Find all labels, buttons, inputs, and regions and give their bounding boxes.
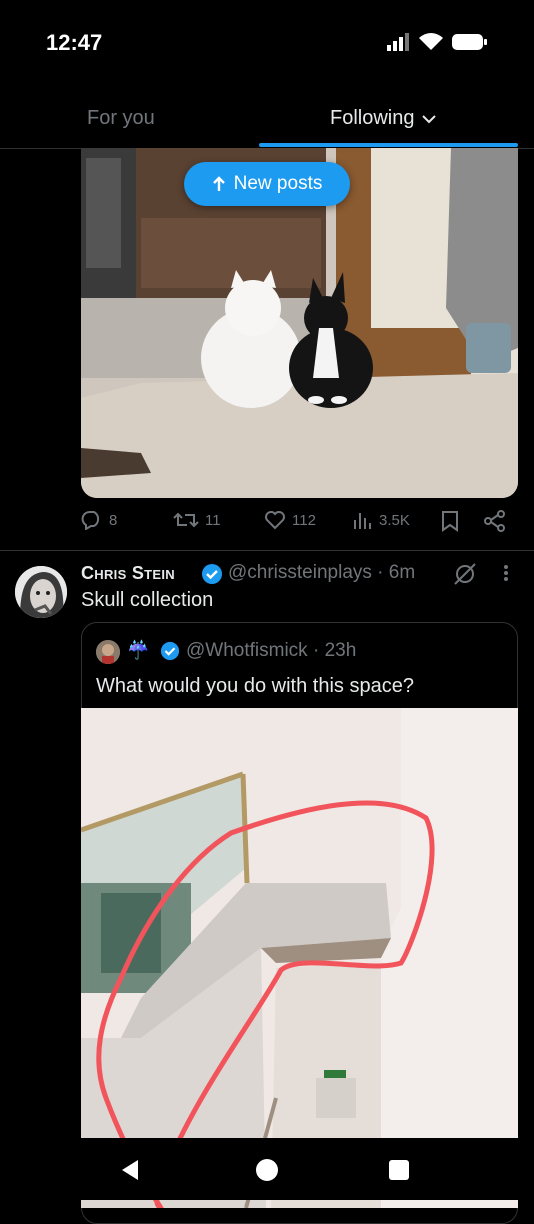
like-count: 112 [292, 511, 316, 529]
reply-count: 8 [109, 511, 118, 529]
system-nav-bar [0, 1138, 534, 1200]
tweet-divider [0, 550, 534, 551]
more-options-icon[interactable] [502, 562, 510, 589]
tab-for-you[interactable]: For you [87, 107, 155, 130]
bookmark-icon [442, 511, 458, 532]
tweet-actions: 8 11 112 3.5K [81, 510, 511, 540]
avatar[interactable] [15, 566, 67, 618]
reply-button[interactable]: 8 [81, 510, 117, 530]
home-icon[interactable] [255, 1158, 279, 1182]
chevron-down-icon [422, 114, 437, 123]
repost-icon [173, 512, 199, 528]
status-time: 12:47 [46, 30, 103, 55]
verified-badge-icon [201, 563, 223, 590]
tweet-text: Skull collection [81, 589, 214, 611]
author-name[interactable]: Chris Stein [81, 563, 175, 584]
back-icon[interactable] [118, 1158, 142, 1182]
umbrella-emoji-icon: ☔ [127, 640, 150, 660]
reply-icon [81, 511, 100, 530]
timeline-tabs [0, 90, 534, 149]
views-icon [354, 513, 371, 529]
share-button[interactable] [484, 510, 506, 532]
quote-text: What would you do with this space? [96, 675, 414, 697]
battery-icon [452, 34, 487, 50]
quote-avatar[interactable] [96, 640, 120, 664]
grok-icon[interactable] [452, 562, 478, 591]
quote-handle-time[interactable]: @Whotfismick · 23h [186, 640, 356, 662]
signal-icon [387, 33, 409, 51]
status-icons [386, 32, 488, 52]
author-handle-time[interactable]: @chrissteinplays · 6m [228, 562, 415, 584]
quote-image-stairwell[interactable] [81, 708, 518, 1208]
wifi-icon [419, 33, 443, 50]
bookmark-button[interactable] [441, 510, 459, 532]
views-count: 3.5K [379, 511, 410, 529]
tab-following-label: Following [330, 107, 415, 129]
tab-active-indicator [259, 143, 518, 147]
new-posts-label: New posts [233, 173, 323, 194]
quote-verified-badge-icon [160, 641, 180, 666]
repost-count: 11 [205, 511, 221, 529]
heart-icon [265, 511, 285, 530]
new-posts-button[interactable]: New posts [184, 162, 350, 206]
tab-following[interactable]: Following [330, 107, 437, 130]
like-button[interactable]: 112 [264, 510, 316, 530]
share-icon [484, 510, 505, 532]
repost-button[interactable]: 11 [173, 510, 221, 530]
arrow-up-icon [212, 176, 225, 191]
recents-icon[interactable] [388, 1159, 410, 1181]
views-button[interactable]: 3.5K [353, 510, 410, 530]
